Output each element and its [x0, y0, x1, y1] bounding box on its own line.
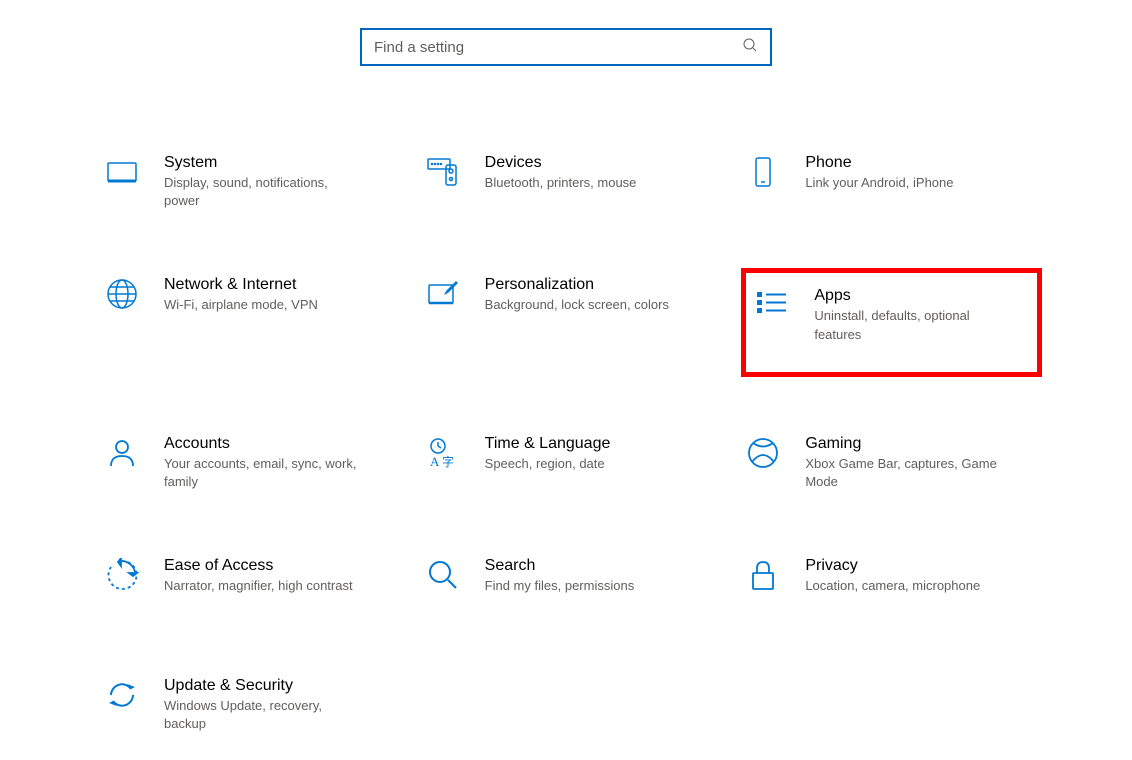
tile-desc: Xbox Game Bar, captures, Game Mode	[805, 455, 1005, 491]
tile-text: Ease of Access Narrator, magnifier, high…	[164, 557, 397, 595]
settings-grid: System Display, sound, notifications, po…	[0, 106, 1132, 742]
tile-text: Devices Bluetooth, printers, mouse	[485, 154, 718, 192]
tile-title: Update & Security	[164, 677, 397, 695]
tile-title: Accounts	[164, 435, 397, 453]
tile-personalization[interactable]: Personalization Background, lock screen,…	[421, 268, 722, 376]
tile-title: Devices	[485, 154, 718, 172]
tile-text: Phone Link your Android, iPhone	[805, 154, 1038, 192]
tile-privacy[interactable]: Privacy Location, camera, microphone	[741, 549, 1042, 619]
tile-desc: Find my files, permissions	[485, 577, 685, 595]
devices-icon	[425, 154, 461, 190]
tile-devices[interactable]: Devices Bluetooth, printers, mouse	[421, 146, 722, 218]
tile-apps[interactable]: Apps Uninstall, defaults, optional featu…	[741, 268, 1042, 376]
tile-text: Time & Language Speech, region, date	[485, 435, 718, 473]
tile-phone[interactable]: Phone Link your Android, iPhone	[741, 146, 1042, 218]
tile-desc: Location, camera, microphone	[805, 577, 1005, 595]
tile-text: Update & Security Windows Update, recove…	[164, 677, 397, 733]
tile-title: Personalization	[485, 276, 718, 294]
search-tile-icon	[425, 557, 461, 593]
tile-network[interactable]: Network & Internet Wi-Fi, airplane mode,…	[100, 268, 401, 376]
tile-desc: Bluetooth, printers, mouse	[485, 174, 685, 192]
tile-time-language[interactable]: A 字 Time & Language Speech, region, date	[421, 427, 722, 499]
tile-accounts[interactable]: Accounts Your accounts, email, sync, wor…	[100, 427, 401, 499]
tile-title: Ease of Access	[164, 557, 397, 575]
tile-ease-of-access[interactable]: Ease of Access Narrator, magnifier, high…	[100, 549, 401, 619]
search-container	[0, 0, 1132, 106]
phone-icon	[745, 154, 781, 190]
tile-title: System	[164, 154, 397, 172]
tile-desc: Link your Android, iPhone	[805, 174, 1005, 192]
tile-text: Accounts Your accounts, email, sync, wor…	[164, 435, 397, 491]
tile-desc: Narrator, magnifier, high contrast	[164, 577, 364, 595]
ease-of-access-icon	[104, 557, 140, 593]
tile-system[interactable]: System Display, sound, notifications, po…	[100, 146, 401, 218]
search-box[interactable]	[360, 28, 772, 66]
svg-text:A: A	[430, 454, 440, 469]
tile-search[interactable]: Search Find my files, permissions	[421, 549, 722, 619]
network-icon	[104, 276, 140, 312]
svg-text:字: 字	[442, 454, 454, 469]
tile-title: Apps	[814, 287, 1029, 305]
tile-text: Gaming Xbox Game Bar, captures, Game Mod…	[805, 435, 1038, 491]
tile-title: Time & Language	[485, 435, 718, 453]
tile-title: Network & Internet	[164, 276, 397, 294]
tile-text: Apps Uninstall, defaults, optional featu…	[814, 287, 1029, 343]
search-input[interactable]	[374, 39, 742, 56]
tile-desc: Speech, region, date	[485, 455, 685, 473]
apps-icon	[754, 287, 790, 323]
tile-text: Search Find my files, permissions	[485, 557, 718, 595]
privacy-icon	[745, 557, 781, 593]
tile-update-security[interactable]: Update & Security Windows Update, recove…	[100, 669, 401, 741]
tile-desc: Windows Update, recovery, backup	[164, 697, 364, 733]
tile-text: System Display, sound, notifications, po…	[164, 154, 397, 210]
tile-gaming[interactable]: Gaming Xbox Game Bar, captures, Game Mod…	[741, 427, 1042, 499]
tile-title: Gaming	[805, 435, 1038, 453]
gaming-icon	[745, 435, 781, 471]
system-icon	[104, 154, 140, 190]
tile-text: Privacy Location, camera, microphone	[805, 557, 1038, 595]
tile-desc: Display, sound, notifications, power	[164, 174, 364, 210]
tile-text: Personalization Background, lock screen,…	[485, 276, 718, 314]
tile-desc: Your accounts, email, sync, work, family	[164, 455, 364, 491]
tile-title: Search	[485, 557, 718, 575]
accounts-icon	[104, 435, 140, 471]
time-language-icon: A 字	[425, 435, 461, 471]
tile-desc: Uninstall, defaults, optional features	[814, 307, 1014, 343]
update-security-icon	[104, 677, 140, 713]
search-icon	[742, 37, 758, 58]
tile-desc: Wi-Fi, airplane mode, VPN	[164, 296, 364, 314]
personalization-icon	[425, 276, 461, 312]
tile-title: Privacy	[805, 557, 1038, 575]
tile-desc: Background, lock screen, colors	[485, 296, 685, 314]
tile-title: Phone	[805, 154, 1038, 172]
tile-text: Network & Internet Wi-Fi, airplane mode,…	[164, 276, 397, 314]
